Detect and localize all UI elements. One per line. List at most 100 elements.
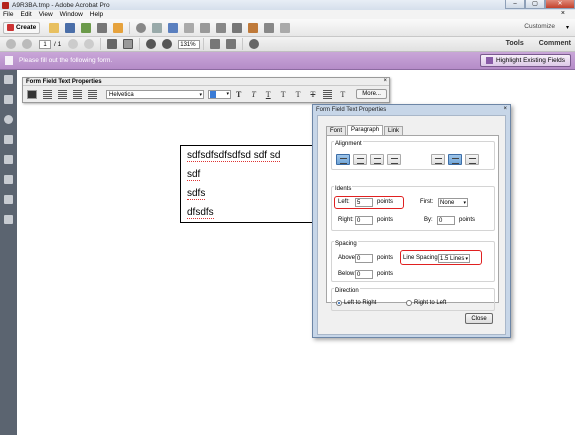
close-window-button[interactable]: ✕ bbox=[545, 0, 575, 9]
zoom-level-select[interactable]: 131% bbox=[178, 39, 201, 49]
tab-paragraph[interactable]: Paragraph bbox=[347, 125, 384, 135]
text-line-content: dfsdfs bbox=[187, 207, 214, 219]
menu-file[interactable]: File bbox=[3, 11, 13, 18]
pen-tool-icon[interactable] bbox=[280, 22, 291, 33]
search-icon[interactable] bbox=[249, 39, 260, 49]
security-icon[interactable] bbox=[4, 115, 13, 124]
align-right-button[interactable] bbox=[370, 154, 384, 165]
stamp-tool-icon[interactable] bbox=[264, 22, 275, 33]
signatures-icon[interactable] bbox=[4, 175, 13, 184]
align-right-icon[interactable] bbox=[73, 89, 82, 99]
zoom-in-icon[interactable] bbox=[162, 39, 173, 49]
attachments-icon[interactable] bbox=[4, 135, 13, 144]
first-page-icon[interactable] bbox=[68, 39, 79, 49]
customize-menu[interactable]: Customize bbox=[524, 23, 555, 30]
strikethrough-icon[interactable]: T bbox=[310, 90, 315, 99]
comment-pane-link[interactable]: Comment bbox=[539, 40, 571, 47]
below-input[interactable]: 0 bbox=[355, 270, 373, 279]
rtl-radio[interactable] bbox=[406, 300, 412, 306]
layers-icon[interactable] bbox=[4, 155, 13, 164]
text-line: sdfs bbox=[187, 188, 316, 207]
vertical-align-top-button[interactable] bbox=[431, 154, 445, 165]
dialog-title: Form Field Text Properties bbox=[316, 107, 387, 113]
right-indent-label: Right: bbox=[338, 217, 354, 223]
right-indent-input[interactable]: 0 bbox=[355, 216, 373, 225]
checkbox-tool-icon[interactable] bbox=[200, 22, 211, 33]
menu-help[interactable]: Help bbox=[90, 11, 103, 18]
last-page-icon[interactable] bbox=[84, 39, 95, 49]
right-indent-unit: points bbox=[377, 217, 394, 223]
tags-icon[interactable] bbox=[4, 215, 13, 224]
window-controls: – ▢ ✕ bbox=[505, 0, 575, 9]
dialog-close-icon[interactable]: × bbox=[503, 106, 507, 112]
bold-icon[interactable]: T bbox=[236, 90, 241, 99]
text-color-icon[interactable] bbox=[27, 89, 37, 99]
previous-page-icon[interactable] bbox=[6, 39, 16, 49]
line-spacing-icon[interactable] bbox=[323, 89, 333, 99]
menu-edit[interactable]: Edit bbox=[20, 11, 31, 18]
hand-tool-icon[interactable] bbox=[123, 39, 134, 49]
signature-tool-icon[interactable] bbox=[248, 22, 259, 33]
field-toolbar-close[interactable]: × bbox=[383, 78, 387, 84]
underline-icon[interactable]: T bbox=[266, 90, 271, 99]
menu-view[interactable]: View bbox=[39, 11, 53, 18]
menubar: File Edit View Window Help × bbox=[0, 10, 575, 19]
select-arrow-icon[interactable] bbox=[107, 39, 118, 49]
fit-page-icon[interactable] bbox=[210, 39, 221, 49]
subscript-icon[interactable]: T bbox=[296, 90, 301, 99]
cloud-icon[interactable] bbox=[81, 22, 92, 33]
create-icon bbox=[7, 24, 14, 31]
menu-window[interactable]: Window bbox=[60, 11, 83, 18]
maximize-button[interactable]: ▢ bbox=[525, 0, 545, 9]
justify-button[interactable] bbox=[387, 154, 401, 165]
line-spacing-label: Line Spacing: bbox=[403, 255, 440, 261]
minimize-button[interactable]: – bbox=[505, 0, 525, 9]
list-tool-icon[interactable] bbox=[216, 22, 227, 33]
justify-icon[interactable] bbox=[88, 89, 97, 99]
text-field-tool-icon[interactable] bbox=[232, 22, 243, 33]
page-number-input[interactable]: 1 bbox=[39, 39, 51, 49]
character-spacing-icon[interactable]: T bbox=[340, 90, 345, 99]
email-icon[interactable] bbox=[113, 22, 124, 33]
tab-link[interactable]: Link bbox=[384, 126, 404, 135]
model-tree-icon[interactable] bbox=[4, 195, 13, 204]
italic-icon[interactable]: T bbox=[251, 90, 255, 99]
open-folder-icon[interactable] bbox=[49, 22, 60, 33]
tools-pane-link[interactable]: Tools bbox=[506, 40, 524, 47]
by-input[interactable]: 0 bbox=[437, 216, 455, 225]
above-label: Above: bbox=[338, 255, 357, 261]
above-input[interactable]: 0 bbox=[355, 254, 373, 263]
save-icon[interactable] bbox=[65, 22, 76, 33]
font-family-select[interactable]: Helvetica bbox=[106, 89, 204, 99]
font-size-select[interactable] bbox=[208, 89, 231, 99]
bookmarks-icon[interactable] bbox=[4, 95, 13, 104]
align-center-icon[interactable] bbox=[58, 89, 67, 99]
align-center-button[interactable] bbox=[353, 154, 367, 165]
document-close-button[interactable]: × bbox=[561, 10, 565, 17]
page-thumbnails-icon[interactable] bbox=[4, 75, 13, 84]
tab-font[interactable]: Font bbox=[326, 126, 347, 135]
settings-gear-icon[interactable] bbox=[136, 22, 147, 33]
line-spacing-select[interactable]: 1.5 Lines bbox=[438, 254, 470, 263]
align-left-icon[interactable] bbox=[43, 89, 52, 99]
more-button[interactable]: More... bbox=[356, 89, 387, 99]
customize-dropdown-icon[interactable]: ▾ bbox=[566, 24, 569, 31]
fit-width-icon[interactable] bbox=[226, 39, 237, 49]
align-left-button[interactable] bbox=[336, 154, 350, 165]
vertical-align-middle-button[interactable] bbox=[448, 154, 462, 165]
form-text-field[interactable]: sdfsdfsdfsdfsd sdf sd sdf sdfs dfsdfs bbox=[180, 145, 317, 223]
ltr-radio[interactable] bbox=[336, 300, 342, 306]
combine-icon[interactable] bbox=[184, 22, 195, 33]
vertical-align-bottom-button[interactable] bbox=[465, 154, 479, 165]
left-indent-input[interactable]: 5 bbox=[355, 198, 373, 207]
dialog-close-button[interactable]: Close bbox=[465, 313, 493, 324]
create-button[interactable]: Create bbox=[3, 21, 41, 34]
zoom-out-icon[interactable] bbox=[146, 39, 157, 49]
share-icon[interactable] bbox=[168, 22, 179, 33]
comment-icon[interactable] bbox=[152, 22, 163, 33]
highlight-fields-button[interactable]: Highlight Existing Fields bbox=[479, 54, 571, 67]
print-icon[interactable] bbox=[97, 22, 108, 33]
next-page-icon[interactable] bbox=[22, 39, 32, 49]
superscript-icon[interactable]: T bbox=[281, 90, 286, 99]
first-indent-select[interactable]: None bbox=[438, 198, 468, 207]
